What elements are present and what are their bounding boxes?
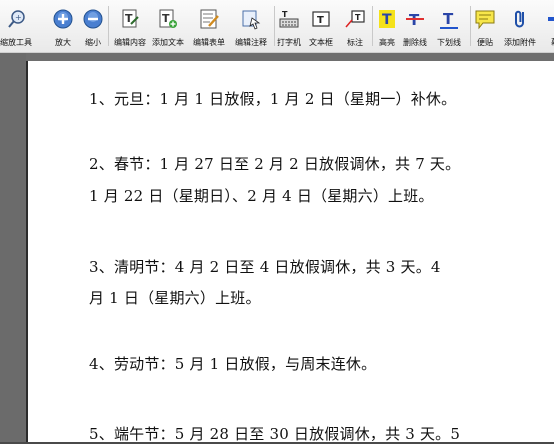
toolbar-label: 高亮 <box>379 38 395 47</box>
toolbar-separator <box>470 6 471 46</box>
toolbar-label: 添加附件 <box>504 38 536 47</box>
toolbar-separator <box>274 6 275 46</box>
highlight-icon: T <box>376 8 398 30</box>
more-button[interactable]: 幕 <box>544 2 554 48</box>
edit-content-icon: T <box>119 8 141 30</box>
document-page: 1、元旦：1 月 1 日放假，1 月 2 日（星期一）补休。 2、春节：1 月 … <box>26 61 554 443</box>
zoom-in-icon <box>52 8 74 30</box>
document-line: 3、清明节：4 月 2 日至 4 日放假调休，共 3 天。4 <box>89 258 441 276</box>
toolbar-label: 便贴 <box>477 38 493 47</box>
underline-icon: T <box>438 8 460 30</box>
add-text-button[interactable]: T 添加文本 <box>152 2 184 48</box>
toolbar-label: 编辑注释 <box>235 38 267 47</box>
document-line: 5、端午节：5 月 28 日至 30 日放假调休，共 3 天。5 <box>89 425 461 443</box>
sticky-note-icon <box>474 8 496 30</box>
strikethrough-button[interactable]: T 删除线 <box>403 2 427 48</box>
edit-form-button[interactable]: 编辑表单 <box>193 2 225 48</box>
svg-text:T: T <box>317 15 324 26</box>
document-line: 4、劳动节：5 月 1 日放假，与周末连休。 <box>89 355 377 373</box>
callout-button[interactable]: T 标注 <box>344 2 366 48</box>
zoom-out-icon <box>82 8 104 30</box>
edit-content-button[interactable]: T 编辑内容 <box>114 2 146 48</box>
svg-text:T: T <box>443 10 454 28</box>
svg-text:T: T <box>355 13 361 22</box>
textbox-icon: T <box>310 8 332 30</box>
toolbar-label: 编辑内容 <box>114 38 146 47</box>
svg-text:+: + <box>15 13 22 22</box>
edit-annotation-button[interactable]: 编辑注释 <box>235 2 267 48</box>
callout-icon: T <box>344 8 366 30</box>
toolbar-separator <box>108 6 109 46</box>
typewriter-button[interactable]: T 打字机 <box>277 2 301 48</box>
toolbar-label: 下划线 <box>437 38 461 47</box>
toolbar: + 缩放工具 放大 缩小 T 编辑内容 T 添加文本 编辑表单 编辑注释 T 打… <box>0 0 554 53</box>
svg-text:T: T <box>162 12 170 25</box>
underline-button[interactable]: T 下划线 <box>437 2 461 48</box>
toolbar-label: 标注 <box>347 38 363 47</box>
toolbar-label: 打字机 <box>277 38 301 47</box>
edit-form-icon <box>198 8 220 30</box>
toolbar-separator <box>372 6 373 46</box>
more-icon <box>544 8 554 30</box>
document-line: 2、春节：1 月 27 日至 2 月 2 日放假调休，共 7 天。 <box>89 155 461 173</box>
add-text-icon: T <box>157 8 179 30</box>
left-panel <box>0 53 26 442</box>
textbox-button[interactable]: T 文本框 <box>309 2 333 48</box>
zoom-tool-icon: + <box>5 8 27 30</box>
strikethrough-icon: T <box>404 8 426 30</box>
zoom-in-button[interactable]: 放大 <box>52 2 74 48</box>
toolbar-label: 缩放工具 <box>0 38 32 47</box>
edit-annotation-icon <box>240 8 262 30</box>
toolbar-label: 文本框 <box>309 38 333 47</box>
toolbar-label: 编辑表单 <box>193 38 225 47</box>
typewriter-icon: T <box>278 8 300 30</box>
page-gap <box>26 53 554 61</box>
svg-text:T: T <box>282 10 288 19</box>
toolbar-label: 缩小 <box>85 38 101 47</box>
document-line: 1、元旦：1 月 1 日放假，1 月 2 日（星期一）补休。 <box>89 90 457 108</box>
attachment-button[interactable]: 添加附件 <box>504 2 536 48</box>
document-line: 1 月 22 日（星期日）、2 月 4 日（星期六）上班。 <box>89 187 434 205</box>
highlight-button[interactable]: T 高亮 <box>376 2 398 48</box>
zoom-tool-button[interactable]: + 缩放工具 <box>0 2 32 48</box>
svg-text:T: T <box>382 12 392 28</box>
attachment-icon <box>509 8 531 30</box>
toolbar-label: 添加文本 <box>152 38 184 47</box>
document-line: 月 1 日（星期六）上班。 <box>89 289 261 307</box>
toolbar-label: 放大 <box>55 38 71 47</box>
zoom-out-button[interactable]: 缩小 <box>82 2 104 48</box>
toolbar-label: 删除线 <box>403 38 427 47</box>
sticky-note-button[interactable]: 便贴 <box>474 2 496 48</box>
